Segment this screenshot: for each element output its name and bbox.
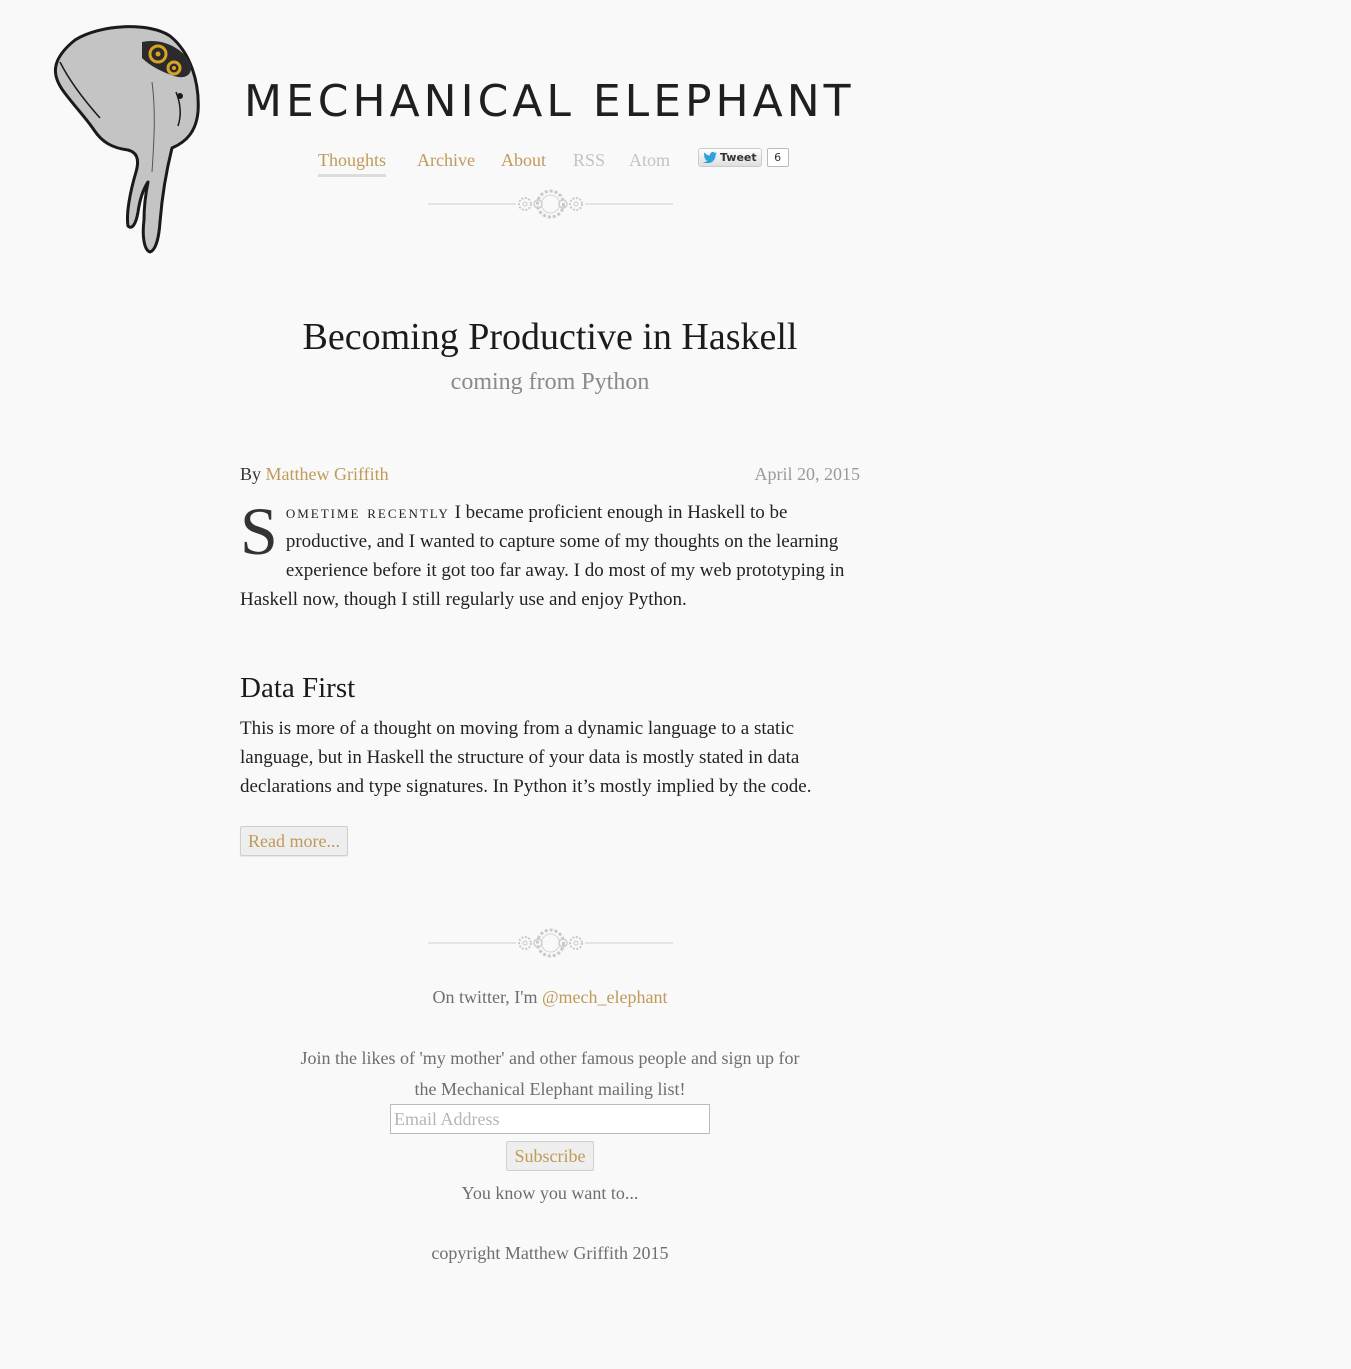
copyright-text: copyright Matthew Griffith 2015 bbox=[431, 1243, 669, 1263]
gear-divider-icon bbox=[428, 189, 673, 219]
intro-smallcaps: ometime recently bbox=[285, 502, 450, 523]
section-body: This is more of a thought on moving from… bbox=[240, 718, 812, 797]
section-heading: Data First bbox=[240, 672, 356, 704]
twitter-prefix: On twitter, I'm bbox=[432, 987, 542, 1007]
nav-thoughts[interactable]: Thoughts bbox=[318, 146, 387, 177]
byline: By Matthew Griffith April 20, 2015 bbox=[240, 460, 860, 488]
read-more-button[interactable]: Read more... bbox=[240, 826, 348, 856]
site-title[interactable]: MECHANICAL ELEPHANT bbox=[244, 72, 855, 132]
intro-paragraph: Sometime recently I became proficient en… bbox=[240, 493, 855, 614]
gear-divider-icon bbox=[428, 928, 673, 958]
elephant-logo-icon[interactable] bbox=[40, 22, 210, 257]
twitter-bird-icon bbox=[703, 151, 717, 163]
nav-about[interactable]: About bbox=[501, 146, 546, 174]
mailing-list-text: Join the likes of 'my mother' and other … bbox=[300, 1048, 800, 1099]
tweet-button[interactable]: Tweet bbox=[698, 147, 762, 167]
byline-prefix: By bbox=[240, 464, 262, 484]
author-link[interactable]: Matthew Griffith bbox=[266, 464, 389, 484]
tweet-widget: Tweet 6 bbox=[698, 147, 789, 167]
post-title[interactable]: Becoming Productive in Haskell bbox=[240, 312, 860, 362]
email-field[interactable] bbox=[390, 1104, 710, 1134]
you-know-text: You know you want to... bbox=[461, 1183, 639, 1203]
nav-rss[interactable]: RSS bbox=[573, 146, 605, 174]
post-subtitle: coming from Python bbox=[450, 369, 650, 395]
twitter-line: On twitter, I'm @mech_elephant bbox=[240, 984, 860, 1010]
tweet-count[interactable]: 6 bbox=[766, 147, 789, 167]
twitter-handle-link[interactable]: @mech_elephant bbox=[542, 987, 668, 1007]
tweet-label: Tweet bbox=[720, 150, 757, 164]
drop-cap: S bbox=[240, 493, 278, 569]
subscribe-button[interactable]: Subscribe bbox=[506, 1141, 594, 1171]
nav-atom[interactable]: Atom bbox=[629, 146, 670, 174]
nav-archive[interactable]: Archive bbox=[417, 146, 475, 174]
post-date: April 20, 2015 bbox=[754, 464, 861, 484]
